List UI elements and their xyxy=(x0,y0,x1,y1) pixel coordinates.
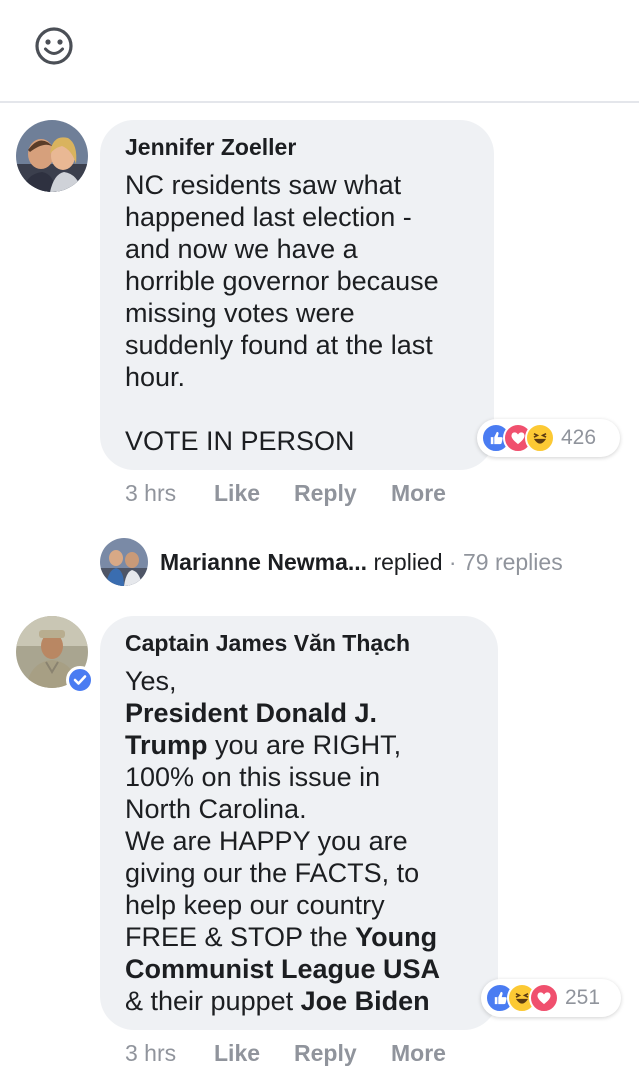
comment-actions: 3 hrs Like Reply More xyxy=(125,480,525,510)
comment-line: 100% on this issue in xyxy=(125,762,381,792)
avatar[interactable] xyxy=(16,120,88,192)
comment-line: Yes, xyxy=(125,666,177,696)
mention-link[interactable]: Trump xyxy=(125,730,208,760)
more-button[interactable]: More xyxy=(391,480,446,507)
reply-button[interactable]: Reply xyxy=(294,480,357,507)
separator-dot: · xyxy=(442,549,463,575)
comment-body: NC residents saw what happened last elec… xyxy=(125,169,439,457)
mention-link[interactable]: Young xyxy=(355,922,437,952)
comment-timestamp: 3 hrs xyxy=(125,1040,177,1066)
comment-line: giving our the FACTS, to xyxy=(125,858,420,888)
comment-bubble: Captain James Văn Thạch Yes, President D… xyxy=(100,616,498,1030)
reactions-summary[interactable]: 251 xyxy=(481,979,621,1017)
comment-line: We are HAPPY you are xyxy=(125,826,408,856)
comment-line: VOTE IN PERSON xyxy=(125,426,355,456)
reply-count[interactable]: 79 replies xyxy=(463,549,563,575)
more-button[interactable]: More xyxy=(391,1040,446,1067)
reaction-count: 426 xyxy=(561,426,597,449)
verified-badge-icon xyxy=(66,666,94,694)
comment-timestamp: 3 hrs xyxy=(125,480,177,506)
haha-icon xyxy=(525,423,555,453)
comment-bubble: Jennifer Zoeller NC residents saw what h… xyxy=(100,120,494,470)
replies-summary-text: Marianne Newma... replied · 79 replies xyxy=(160,549,563,576)
comment-line: happened last election - xyxy=(125,202,412,232)
comment-line: North Carolina. xyxy=(125,794,307,824)
reply-button[interactable]: Reply xyxy=(294,1040,357,1067)
mention-link[interactable]: Communist League USA xyxy=(125,954,440,984)
reactions-summary[interactable]: 426 xyxy=(477,419,620,457)
like-button[interactable]: Like xyxy=(214,480,260,507)
comment-line: horrible governor because xyxy=(125,266,439,296)
mention-link[interactable]: Joe Biden xyxy=(301,986,430,1016)
comment-author[interactable]: Captain James Văn Thạch xyxy=(125,630,410,657)
comment-line: missing votes were xyxy=(125,298,355,328)
composer-bar xyxy=(0,0,639,103)
comment-line: you are RIGHT, xyxy=(207,730,402,760)
comment-line: suddenly found at the last xyxy=(125,330,433,360)
like-button[interactable]: Like xyxy=(214,1040,260,1067)
comment-line: help keep our country xyxy=(125,890,385,920)
comment-body: Yes, President Donald J. Trump you are R… xyxy=(125,665,440,1017)
comment-line: FREE & STOP the xyxy=(125,922,356,952)
comment-line: NC residents saw what xyxy=(125,170,402,200)
comment-line: & their puppet xyxy=(125,986,301,1016)
love-icon xyxy=(529,983,559,1013)
reaction-count: 251 xyxy=(565,986,601,1009)
comment-line: and now we have a xyxy=(125,234,358,264)
reply-action: replied xyxy=(367,549,443,575)
emoji-icon[interactable] xyxy=(34,26,74,66)
mention-link[interactable]: President Donald J. xyxy=(125,698,377,728)
avatar xyxy=(100,538,148,586)
reply-author[interactable]: Marianne Newma... xyxy=(160,549,367,575)
comment-line: hour. xyxy=(125,362,186,392)
comment-actions: 3 hrs Like Reply More xyxy=(125,1040,525,1070)
comment-author[interactable]: Jennifer Zoeller xyxy=(125,134,296,161)
